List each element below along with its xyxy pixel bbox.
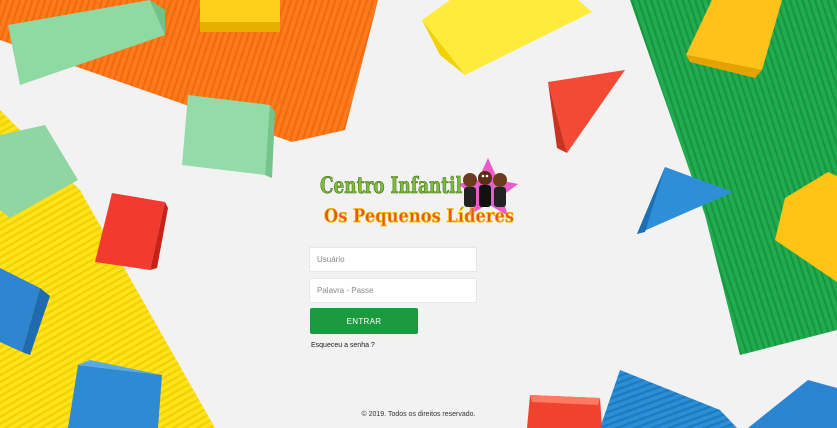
- logo-line1: Centro Infantil: [320, 173, 462, 199]
- blue-sheet: [600, 370, 737, 428]
- logo-children-icon: [463, 171, 507, 207]
- yellow-block-top-right: [422, 0, 592, 75]
- logo-line2: Os Pequenos Líderes: [324, 205, 514, 227]
- username-input[interactable]: [310, 248, 476, 271]
- red-triangle-right: [548, 70, 625, 153]
- password-input[interactable]: [310, 279, 476, 302]
- blue-block-bottom-right: [748, 380, 837, 428]
- red-block-left: [95, 193, 168, 270]
- mint-block-center-left: [182, 95, 275, 178]
- footer-copyright: © 2019. Todos os direitos reservado.: [361, 411, 476, 418]
- login-button[interactable]: ENTRAR: [310, 308, 418, 334]
- yellow-block-top-center: [200, 0, 280, 32]
- forgot-password-link[interactable]: Esqueceu a senha ?: [311, 342, 375, 349]
- centro-infantil-logo: Centro Infantil Os Pequenos Líderes: [320, 158, 518, 227]
